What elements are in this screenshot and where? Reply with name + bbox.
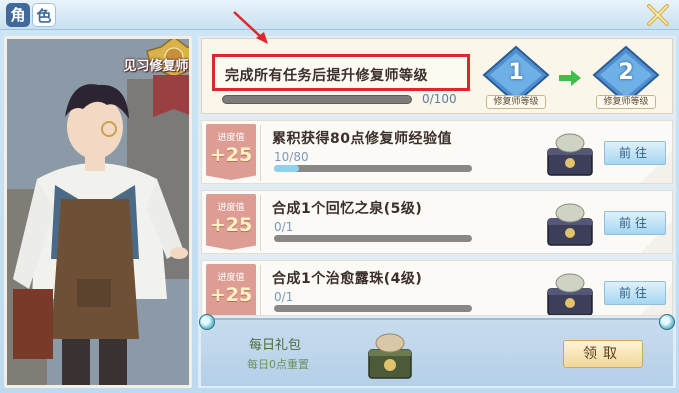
arrow-right-icon bbox=[559, 70, 581, 86]
task-row: 进度值 +25 累积获得80点修复师经验值 10/80 前往 bbox=[201, 120, 673, 184]
current-level-number: 1 bbox=[508, 60, 524, 85]
reward-chest-icon bbox=[547, 203, 593, 246]
progress-value-tag: 进度值 +25 bbox=[206, 124, 256, 180]
divider bbox=[260, 125, 261, 181]
pin-icon bbox=[199, 314, 215, 330]
goal-highlight-box: 完成所有任务后提升修复师等级 bbox=[212, 54, 470, 91]
go-button[interactable]: 前往 bbox=[604, 281, 666, 305]
task-row: 进度值 +25 合成1个回忆之泉(5级) 0/1 前往 bbox=[201, 190, 673, 254]
task-title: 合成1个治愈露珠(4级) bbox=[272, 271, 423, 287]
title-bar: 角 色 bbox=[0, 0, 679, 30]
go-button[interactable]: 前往 bbox=[604, 211, 666, 235]
rank-label: 见习修复师 bbox=[123, 59, 189, 74]
progress-tag-label: 进度值 bbox=[217, 133, 245, 143]
annotation-arrow-icon bbox=[233, 11, 268, 44]
task-progress-bar bbox=[274, 165, 472, 172]
next-level-number: 2 bbox=[618, 60, 634, 85]
current-level-tag: 修复师等级 bbox=[486, 95, 546, 109]
window-title: 角 色 bbox=[6, 3, 56, 27]
progress-tag-label: 进度值 bbox=[217, 203, 245, 213]
rank-badge-icon bbox=[146, 39, 189, 117]
progress-value-tag: 进度值 +25 bbox=[206, 194, 256, 250]
close-icon[interactable] bbox=[645, 2, 671, 28]
daily-gift-bar: 每日礼包 每日0点重置 领取 bbox=[199, 314, 675, 386]
divider bbox=[260, 265, 261, 315]
go-button[interactable]: 前往 bbox=[604, 141, 666, 165]
character-portrait-panel: 见习修复师 bbox=[4, 36, 192, 388]
task-progress-count: 0/1 bbox=[274, 220, 294, 234]
task-title: 累积获得80点修复师经验值 bbox=[272, 131, 452, 147]
task-title: 合成1个回忆之泉(5级) bbox=[272, 201, 423, 217]
divider bbox=[260, 195, 261, 251]
progress-tag-value: +25 bbox=[209, 144, 253, 166]
task-progress-count: 10/80 bbox=[274, 150, 309, 164]
title-char-1: 角 bbox=[6, 3, 30, 27]
current-level-badge: 1 修复师等级 bbox=[480, 45, 552, 115]
gift-box-icon bbox=[368, 333, 412, 379]
next-level-badge: 2 修复师等级 bbox=[590, 45, 662, 115]
progress-tag-value: +25 bbox=[209, 284, 253, 306]
reward-chest-icon bbox=[547, 273, 593, 315]
progress-value-tag: 进度值 +25 bbox=[206, 264, 256, 315]
task-progress-bar bbox=[274, 235, 472, 242]
goal-text: 完成所有任务后提升修复师等级 bbox=[225, 68, 428, 84]
task-progress-fill bbox=[274, 165, 299, 172]
task-row: 进度值 +25 合成1个治愈露珠(4级) 0/1 前往 bbox=[201, 260, 673, 316]
title-char-2: 色 bbox=[32, 3, 56, 27]
next-level-tag: 修复师等级 bbox=[596, 95, 656, 109]
pin-icon bbox=[659, 314, 675, 330]
goal-progress-count: 0/100 bbox=[422, 92, 457, 106]
daily-gift-reset-note: 每日0点重置 bbox=[247, 358, 309, 371]
reward-chest-icon bbox=[547, 133, 593, 176]
daily-gift-title: 每日礼包 bbox=[249, 338, 302, 353]
goal-progress-bar bbox=[222, 95, 412, 104]
progress-tag-value: +25 bbox=[209, 214, 253, 236]
task-progress-count: 0/1 bbox=[274, 290, 294, 304]
task-progress-bar bbox=[274, 305, 472, 312]
progress-tag-label: 进度值 bbox=[217, 273, 245, 283]
task-panel: 完成所有任务后提升修复师等级 0/100 1 修复师等级 2 修复师等级 进度值… bbox=[198, 36, 676, 388]
claim-button[interactable]: 领取 bbox=[563, 340, 643, 368]
level-goal-card: 完成所有任务后提升修复师等级 0/100 1 修复师等级 2 修复师等级 bbox=[201, 38, 673, 114]
